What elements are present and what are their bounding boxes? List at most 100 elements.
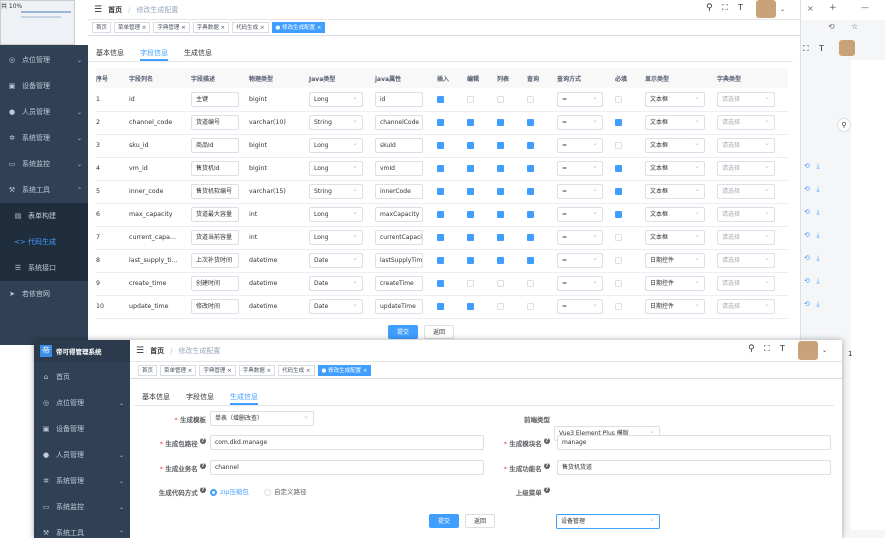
query-method-select[interactable]: = [557, 161, 603, 176]
list-checkbox[interactable] [497, 164, 504, 172]
back-nav-website[interactable]: ➤ 若依官网 [0, 281, 88, 307]
front-nav-device[interactable]: ▣ 设备管理 [34, 416, 130, 442]
tab-column-info[interactable]: 字段信息 [140, 44, 168, 61]
help-icon[interactable]: ? [544, 463, 550, 469]
required-checkbox[interactable] [615, 233, 622, 241]
query-checkbox[interactable] [527, 118, 534, 126]
breadcrumb-home[interactable]: 首页 [108, 5, 122, 15]
java-field-input[interactable]: lastSupplyTime [375, 253, 423, 268]
help-icon[interactable]: ? [200, 438, 206, 444]
submit-button[interactable]: 提交 [429, 514, 460, 528]
java-type-select[interactable]: Long [309, 91, 363, 107]
column-desc-input[interactable]: 货道编号 [191, 115, 239, 130]
module-name-input[interactable]: manage [557, 435, 831, 450]
breadcrumb-home[interactable]: 首页 [150, 346, 164, 356]
gen-way-radio-custom[interactable]: 自定义路径 [264, 486, 307, 496]
back-nav-codegen[interactable]: <> 代码生成 [0, 229, 88, 255]
dict-type-select[interactable]: 请选择 [717, 161, 775, 176]
tab-basic-info[interactable]: 基本信息 [142, 388, 170, 405]
list-checkbox[interactable] [497, 118, 504, 126]
edit-checkbox[interactable] [467, 302, 474, 310]
fullscreen-icon[interactable]: ⛶ [764, 344, 770, 354]
front-nav-system[interactable]: ✲ 系统管理 ⌄ [34, 468, 130, 494]
edit-checkbox[interactable] [467, 141, 474, 149]
java-type-select[interactable]: Long [309, 138, 363, 153]
tab-basic-info[interactable]: 基本信息 [96, 44, 124, 61]
java-field-input[interactable]: id [375, 91, 423, 107]
java-type-select[interactable]: Long [309, 230, 363, 245]
column-desc-input[interactable]: 商品Id [191, 138, 239, 153]
dict-type-select[interactable]: 请选择 [717, 138, 775, 153]
tag-codegen[interactable]: 代码生成 × [232, 22, 269, 33]
java-type-select[interactable]: Long [309, 207, 363, 222]
tag-dict-data[interactable]: 字典数据 × [238, 364, 276, 376]
tag-dict[interactable]: 字典管理 × [153, 22, 190, 33]
java-type-select[interactable]: String [309, 184, 363, 199]
ins-checkbox[interactable] [437, 210, 444, 218]
query-checkbox[interactable] [527, 233, 534, 241]
help-icon[interactable]: ? [544, 487, 550, 493]
query-checkbox[interactable] [527, 164, 534, 172]
avatar[interactable] [756, 0, 776, 18]
edit-checkbox[interactable] [467, 187, 474, 195]
query-method-select[interactable]: = [557, 207, 603, 222]
java-type-select[interactable]: String [309, 115, 363, 130]
query-method-select[interactable]: = [557, 115, 603, 130]
java-field-input[interactable]: createTime [375, 276, 423, 291]
back-nav-swagger[interactable]: ☰ 系统接口 [0, 255, 88, 281]
fullscreen-icon[interactable]: ⛶ [803, 44, 809, 54]
back-nav-device[interactable]: ▣ 设备管理 [0, 73, 88, 99]
ins-checkbox[interactable] [437, 279, 444, 287]
java-field-input[interactable]: currentCapacity [375, 230, 423, 245]
java-type-select[interactable]: Long [309, 161, 363, 176]
function-name-input[interactable]: 售货机货道 [557, 460, 831, 475]
minimize-icon[interactable]: — [861, 3, 869, 12]
query-checkbox[interactable] [527, 95, 534, 103]
display-type-select[interactable]: 日期控件 [645, 253, 705, 268]
back-nav-monitor[interactable]: ▭ 系统监控 ⌄ [0, 151, 88, 177]
list-checkbox[interactable] [497, 302, 504, 310]
display-type-select[interactable]: 文本框 [645, 207, 705, 222]
back-nav-point[interactable]: ◎ 点位管理 ⌄ [0, 47, 88, 73]
query-checkbox[interactable] [527, 141, 534, 149]
query-method-select[interactable]: = [557, 91, 603, 107]
query-method-select[interactable]: = [557, 230, 603, 245]
required-checkbox[interactable] [615, 164, 622, 172]
ins-checkbox[interactable] [437, 302, 444, 310]
new-tab-icon[interactable]: + [829, 3, 837, 13]
list-checkbox[interactable] [497, 95, 504, 103]
query-method-select[interactable]: = [557, 299, 603, 314]
dict-type-select[interactable]: 请选择 [717, 184, 775, 199]
search-icon[interactable]: ⚲ [748, 344, 755, 354]
java-type-select[interactable]: Date [309, 253, 363, 268]
ins-checkbox[interactable] [437, 118, 444, 126]
display-type-select[interactable]: 文本框 [645, 161, 705, 176]
business-name-input[interactable]: channel [210, 460, 484, 475]
required-checkbox[interactable] [615, 141, 622, 149]
search-icon[interactable]: ⚲ [706, 3, 713, 13]
tag-menu[interactable]: 菜单管理 × [114, 22, 151, 33]
font-size-icon[interactable]: T [780, 344, 785, 353]
list-checkbox[interactable] [497, 256, 504, 264]
back-nav-staff[interactable]: ● 人员管理 ⌄ [0, 99, 88, 125]
help-icon[interactable]: ? [544, 438, 550, 444]
dict-type-select[interactable]: 请选择 [717, 115, 775, 130]
dict-type-select[interactable]: 请选择 [717, 230, 775, 245]
font-size-icon[interactable]: T [819, 44, 824, 53]
java-field-input[interactable]: channelCode [375, 115, 423, 130]
tag-menu[interactable]: 菜单管理 × [160, 364, 197, 376]
display-type-select[interactable]: 文本框 [645, 91, 705, 107]
query-checkbox[interactable] [527, 210, 534, 218]
tag-dict[interactable]: 字典管理 × [199, 364, 236, 376]
required-checkbox[interactable] [615, 95, 622, 103]
back-nav-system[interactable]: ✲ 系统管理 ⌄ [0, 125, 88, 151]
dict-type-select[interactable]: 请选择 [717, 276, 775, 291]
display-type-select[interactable]: 日期控件 [645, 276, 705, 291]
required-checkbox[interactable] [615, 187, 622, 195]
edit-checkbox[interactable] [467, 118, 474, 126]
dict-type-select[interactable]: 请选择 [717, 207, 775, 222]
font-size-icon[interactable]: T [738, 3, 743, 12]
front-nav-point[interactable]: ◎ 点位管理 ⌄ [34, 390, 130, 416]
tag-edit-gen[interactable]: ● 修改生成配置 × [317, 364, 372, 376]
tab-gen-info[interactable]: 生成信息 [230, 388, 258, 405]
